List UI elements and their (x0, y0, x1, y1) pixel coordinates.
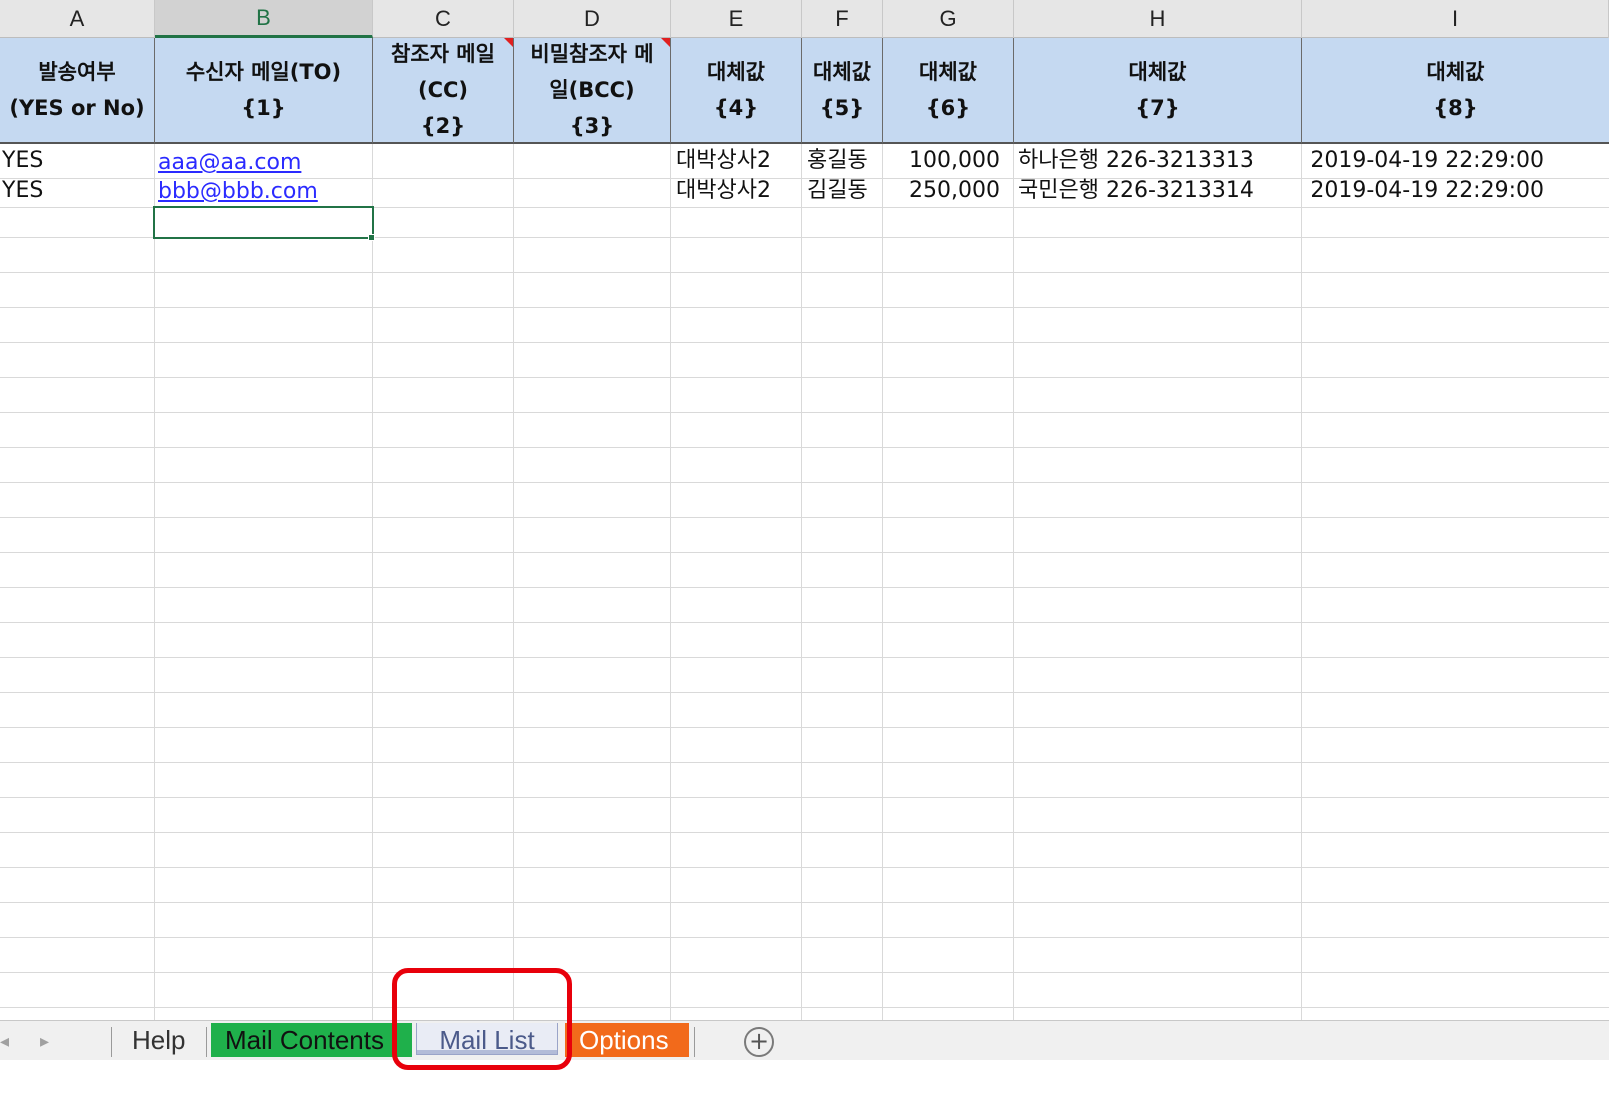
header-cell-value-8[interactable]: 대체값 {8} (1302, 38, 1609, 144)
header-line: 대체값 (707, 60, 765, 84)
column-header-b[interactable]: B (155, 0, 373, 38)
header-line: {5} (819, 96, 865, 120)
active-cell-selection[interactable] (153, 206, 374, 239)
sheet-tab-mail-contents[interactable]: Mail Contents (211, 1023, 412, 1057)
plus-circle-icon[interactable]: + (744, 1027, 774, 1057)
cell-value-8[interactable]: 2019-04-19 22:29:00 (1302, 176, 1544, 206)
header-line: 대체값 (1128, 60, 1187, 84)
header-cell-to-email[interactable]: 수신자 메일(TO) {1} (155, 38, 373, 144)
cell-to-email-link[interactable]: aaa@aa.com (158, 148, 301, 178)
cell-send-flag[interactable]: YES (2, 146, 43, 176)
cell-value-5[interactable]: 홍길동 (807, 146, 868, 176)
header-line: 발송여부 (38, 60, 116, 84)
column-header-d[interactable]: D (514, 0, 671, 38)
comment-indicator-icon[interactable] (504, 38, 513, 47)
header-line: {1} (241, 96, 286, 120)
column-header-c[interactable]: C (373, 0, 514, 38)
header-cell-cc-email[interactable]: 참조자 메일 (CC) {2} (373, 38, 514, 144)
header-line: {7} (1135, 96, 1180, 120)
header-line: 비밀참조자 메 (530, 42, 654, 66)
header-cell-value-5[interactable]: 대체값 {5} (802, 38, 883, 144)
header-line: 대체값 (813, 60, 871, 84)
header-line: {8} (1433, 96, 1478, 120)
header-line: {3} (569, 114, 615, 138)
fill-handle[interactable] (368, 234, 375, 241)
header-cell-value-7[interactable]: 대체값 {7} (1014, 38, 1302, 144)
header-line: 수신자 메일(TO) (185, 60, 342, 84)
column-header-bar: A B C D E F G H I (0, 0, 1609, 38)
cell-value-8[interactable]: 2019-04-19 22:29:00 (1302, 146, 1544, 176)
column-header-g[interactable]: G (883, 0, 1014, 38)
comment-indicator-icon[interactable] (661, 38, 670, 47)
header-cell-value-6[interactable]: 대체값 {6} (883, 38, 1014, 144)
header-line: {4} (713, 96, 759, 120)
cell-value-7[interactable]: 하나은행 226-3213313 (1018, 146, 1254, 176)
column-header-h[interactable]: H (1014, 0, 1302, 38)
cell-value-6[interactable]: 250,000 (883, 176, 1000, 206)
highlight-annotation (392, 968, 572, 1070)
scroll-left-icon[interactable]: ◂ (0, 1031, 9, 1052)
column-header-f[interactable]: F (802, 0, 883, 38)
header-line: 대체값 (1426, 60, 1485, 84)
header-line: 참조자 메일 (391, 42, 495, 66)
header-line: {2} (420, 114, 466, 138)
header-line: 대체값 (919, 60, 977, 84)
header-cell-value-4[interactable]: 대체값 {4} (671, 38, 802, 144)
column-header-e[interactable]: E (671, 0, 802, 38)
sheet-tab-help[interactable]: Help (118, 1023, 199, 1057)
sheet-tab-bar: ◂ ▸ Help Mail Contents Mail List Options… (0, 1020, 1609, 1060)
header-line: (CC) (417, 78, 469, 102)
header-line: 일(BCC) (549, 78, 635, 102)
cell-send-flag[interactable]: YES (2, 176, 43, 206)
spreadsheet-grid[interactable]: 발송여부 (YES or No) 수신자 메일(TO) {1} 참조자 메일 (… (0, 38, 1609, 1058)
header-line: (YES or No) (9, 96, 145, 120)
header-line: {6} (925, 96, 971, 120)
column-header-a[interactable]: A (0, 0, 155, 38)
cell-value-5[interactable]: 김길동 (807, 176, 868, 206)
scroll-right-icon[interactable]: ▸ (40, 1031, 49, 1052)
cell-value-4[interactable]: 대박상사2 (676, 146, 771, 176)
header-cell-send-flag[interactable]: 발송여부 (YES or No) (0, 38, 155, 144)
sheet-tab-options[interactable]: Options (565, 1023, 689, 1057)
column-header-i[interactable]: I (1302, 0, 1609, 38)
cell-value-7[interactable]: 국민은행 226-3213314 (1018, 176, 1254, 206)
cell-value-4[interactable]: 대박상사2 (676, 176, 771, 206)
cell-to-email-link[interactable]: bbb@bbb.com (158, 177, 318, 207)
header-cell-bcc-email[interactable]: 비밀참조자 메 일(BCC) {3} (514, 38, 671, 144)
cell-value-6[interactable]: 100,000 (883, 146, 1000, 176)
